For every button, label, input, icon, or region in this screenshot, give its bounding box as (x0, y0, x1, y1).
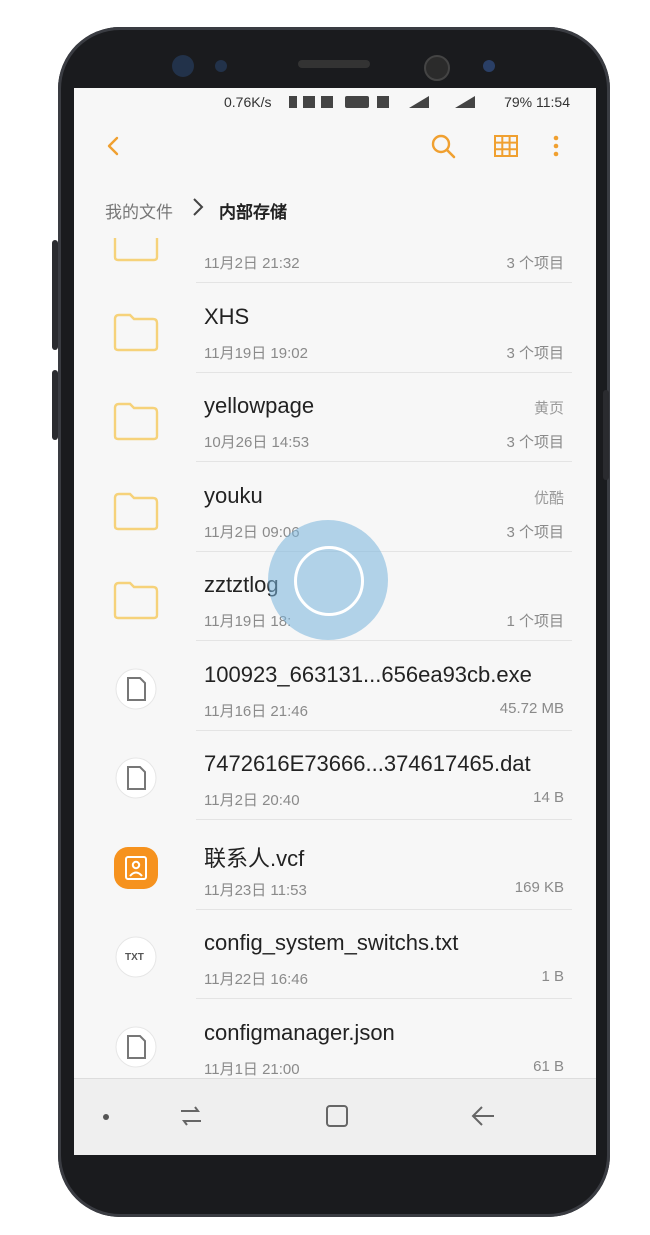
recent-apps-icon[interactable] (178, 1103, 204, 1129)
led-icon (483, 60, 495, 72)
grid-view-icon[interactable] (492, 132, 520, 160)
item-date: 11月1日 21:00 (204, 1060, 300, 1078)
item-meta: 45.72 MB (499, 699, 564, 717)
dot-icon[interactable] (102, 1113, 110, 1121)
item-meta: 14 B (533, 789, 564, 806)
item-name: yellowpage (204, 393, 315, 418)
item-meta: 3 个项目 (506, 344, 564, 362)
item-meta: 1 B (541, 968, 564, 985)
item-name: configmanager.json (204, 1019, 395, 1045)
item-date: 11月19日 19:02 (204, 344, 308, 362)
breadcrumb: 我的文件 内部存储 (74, 176, 596, 238)
screen: 0.76K/s 79% 11:54 我的文件 内部存储 11月2日 21:32 … (74, 88, 596, 1155)
status-icons (289, 96, 475, 108)
navigation-bar (74, 1078, 596, 1155)
item-date: 11月2日 20:40 (204, 792, 300, 809)
item-name: XHS (204, 303, 250, 329)
list-item[interactable]: TXT config_system_switchs.txt 11月22日 16:46… (74, 910, 596, 999)
item-meta: 169 KB (514, 878, 564, 896)
back-nav-icon[interactable] (470, 1103, 496, 1129)
txt-label: TXT (125, 952, 144, 963)
item-meta: 3 个项目 (506, 523, 564, 541)
item-name: youku (204, 482, 263, 508)
item-date: 11月23日 11:53 (204, 881, 307, 899)
touch-indicator (268, 520, 388, 640)
item-tag: 优酷 (533, 489, 564, 507)
status-bar: 0.76K/s 79% 11:54 (74, 88, 596, 116)
sensor-icon (215, 60, 227, 72)
breadcrumb-root[interactable]: 我的文件 (105, 198, 173, 223)
item-meta: 61 B (533, 1057, 564, 1075)
item-date: 10月26日 14:53 (204, 434, 310, 451)
network-speed: 0.76K/s (224, 94, 272, 110)
item-tag: 黄页 (533, 400, 564, 417)
power-button (603, 390, 609, 480)
item-meta: 3 个项目 (506, 434, 564, 451)
search-icon[interactable] (429, 132, 457, 160)
item-date: 11月2日 21:32 (204, 255, 300, 272)
item-date: 11月16日 21:46 (204, 702, 308, 720)
file-list: 11月2日 21:32 3 个项目 XHS 11月19日 19:02 3 个项目 yell… (74, 238, 596, 1078)
item-name: config_system_switchs.txt (204, 930, 459, 955)
list-item[interactable]: 100923_663131...656ea93cb.exe 11月16日 21:4… (74, 642, 596, 731)
item-date: 11月22日 16:46 (204, 971, 308, 988)
item-meta: 3 个项目 (506, 255, 564, 272)
item-name: 7472616E73666...374617465.dat (204, 751, 531, 776)
back-arrow-icon[interactable] (102, 134, 126, 158)
battery-time: 79% 11:54 (504, 94, 570, 110)
breadcrumb-current: 内部存储 (219, 203, 287, 222)
list-item[interactable]: 联系人.vcf 11月23日 11:53 169 KB (74, 821, 596, 910)
item-name: 联系人.vcf (204, 845, 305, 871)
iris-sensor-icon (172, 55, 194, 77)
chevron-right-icon (193, 198, 204, 216)
list-item[interactable]: configmanager.json 11月1日 21:00 61 B (74, 1000, 596, 1079)
list-item[interactable]: 7472616E73666...374617465.dat 11月2日 20:40… (74, 731, 596, 820)
list-item[interactable]: yellowpage 10月26日 14:53 3 个项目 黄页 (74, 373, 596, 462)
list-item[interactable]: XHS 11月19日 19:02 3 个项目 (74, 284, 596, 373)
earpiece-speaker (298, 60, 370, 68)
home-icon[interactable] (324, 1103, 350, 1129)
item-name: 100923_663131...656ea93cb.exe (204, 661, 532, 687)
list-item[interactable]: 11月2日 21:32 3 个项目 (74, 238, 596, 283)
more-options-icon[interactable] (549, 132, 563, 160)
front-camera-icon (424, 55, 450, 81)
app-bar (74, 116, 596, 176)
bixby-button (52, 370, 58, 440)
volume-button (52, 240, 58, 350)
item-meta: 1 个项目 (506, 613, 564, 630)
